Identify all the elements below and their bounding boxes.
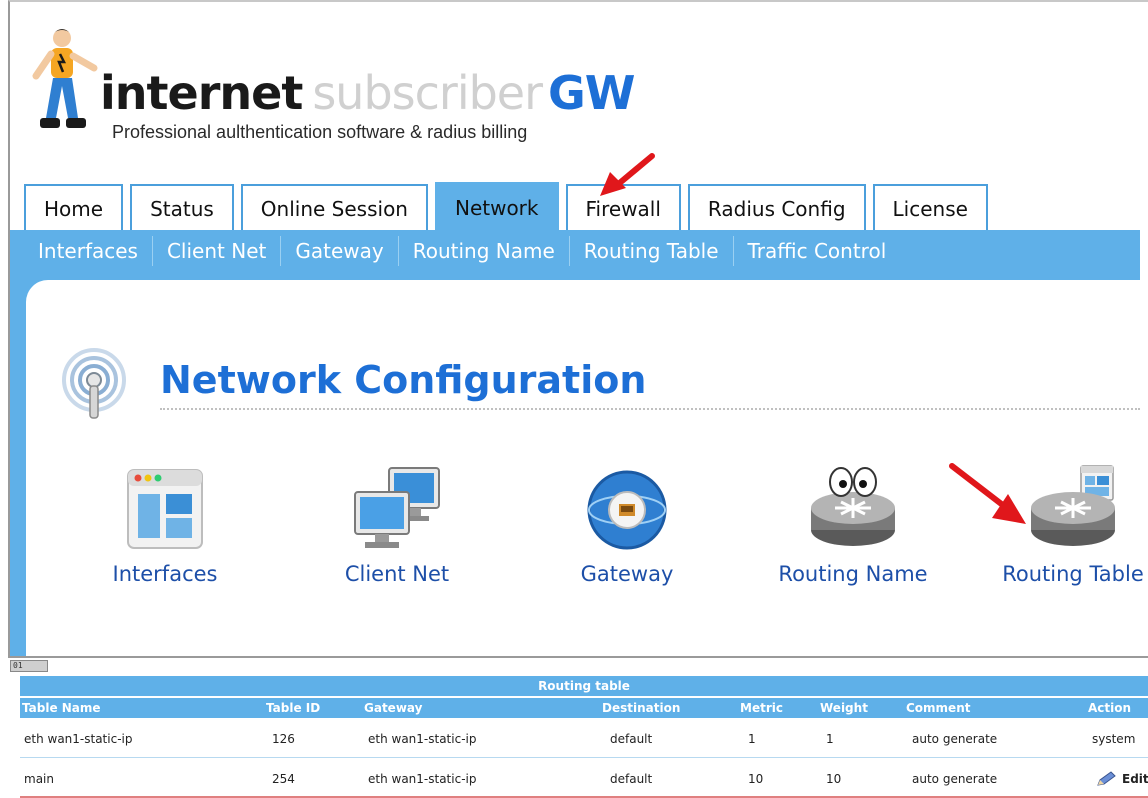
net-item-client-net[interactable]: Client Net [302,464,492,586]
cell-action: system [1092,732,1136,746]
col-gateway: Gateway [364,701,423,715]
logo-word-subscriber: subscriber [312,66,543,120]
routing-table-badge: 01 [10,660,48,672]
cell-table-name: main [24,772,54,786]
antenna-icon [62,348,126,419]
table-row: eth wan1-static-ip 126 eth wan1-static-i… [20,720,1148,758]
subnav-interfaces[interactable]: Interfaces [24,239,152,263]
logo-word-internet: internet [100,66,303,120]
col-table-id: Table ID [266,701,321,715]
tab-network[interactable]: Network [434,182,559,232]
cell-table-id: 126 [272,732,295,746]
cell-weight: 10 [826,772,842,786]
tab-home[interactable]: Home [24,184,124,232]
cell-gateway: eth wan1-static-ip [368,772,477,786]
tab-radius-config[interactable]: Radius Config [687,184,866,232]
subnav-client-net[interactable]: Client Net [153,239,280,263]
col-table-name: Table Name [22,701,101,715]
net-label-client-net[interactable]: Client Net [302,562,492,586]
col-comment: Comment [906,701,971,715]
sub-navigation: Interfaces Client Net Gateway Routing Na… [10,230,1140,272]
subnav-routing-table[interactable]: Routing Table [570,239,733,263]
cell-weight: 1 [826,732,834,746]
page-title: Network Configuration [160,358,647,402]
globe-port-icon [587,470,667,550]
routing-table-title: Routing table [20,676,1148,696]
mascot-logo-icon [32,29,98,128]
tab-license[interactable]: License [872,184,988,232]
cell-metric: 10 [748,772,764,786]
main-tabs: Home Status Online Session Network Firew… [24,182,995,232]
computers-icon [354,467,440,548]
logo-word-gw: GW [548,66,635,120]
table-row: main 254 eth wan1-static-ip default 10 1… [20,760,1148,798]
tab-status[interactable]: Status [130,184,234,232]
subnav-traffic-control[interactable]: Traffic Control [734,239,901,263]
cell-destination: default [610,732,653,746]
col-destination: Destination [602,701,681,715]
net-label-interfaces[interactable]: Interfaces [70,562,260,586]
subnav-gateway[interactable]: Gateway [281,239,397,263]
net-label-gateway[interactable]: Gateway [532,562,722,586]
col-action: Action [1088,701,1132,715]
router-table-icon [1031,465,1115,546]
red-arrow-routing-table-icon [949,463,1026,524]
net-item-routing-name[interactable]: Routing Name [758,464,948,586]
tab-online-session[interactable]: Online Session [240,184,428,232]
window-layout-icon [127,469,203,549]
subnav-routing-name[interactable]: Routing Name [399,239,569,263]
edit-link[interactable]: Edit [1122,760,1148,798]
routing-table-header: Table Name Table ID Gateway Destination … [20,698,1148,718]
logo-wordmark: internet subscriber GW [100,70,636,116]
col-metric: Metric [740,701,783,715]
net-item-interfaces[interactable]: Interfaces [70,464,260,586]
cell-table-name: eth wan1-static-ip [24,732,133,746]
red-arrow-network-icon [600,153,655,196]
pencil-icon [1097,771,1116,786]
title-divider [160,408,1140,410]
router-eyes-icon [811,467,895,546]
logo: internet subscriber GW Professional aulthe… [24,26,664,156]
routing-table-panel: 01 Routing table Table Name Table ID Gat… [8,656,1148,798]
cell-comment: auto generate [912,732,998,746]
col-weight: Weight [820,701,868,715]
cell-metric: 1 [748,732,756,746]
net-item-gateway[interactable]: Gateway [532,464,722,586]
logo-tagline: Professional aulthentication software & … [112,122,528,142]
net-label-routing-table[interactable]: Routing Table [978,562,1148,586]
cell-table-id: 254 [272,772,295,786]
net-label-routing-name[interactable]: Routing Name [758,562,948,586]
cell-gateway: eth wan1-static-ip [368,732,477,746]
cell-comment: auto generate [912,772,998,786]
cell-destination: default [610,772,653,786]
